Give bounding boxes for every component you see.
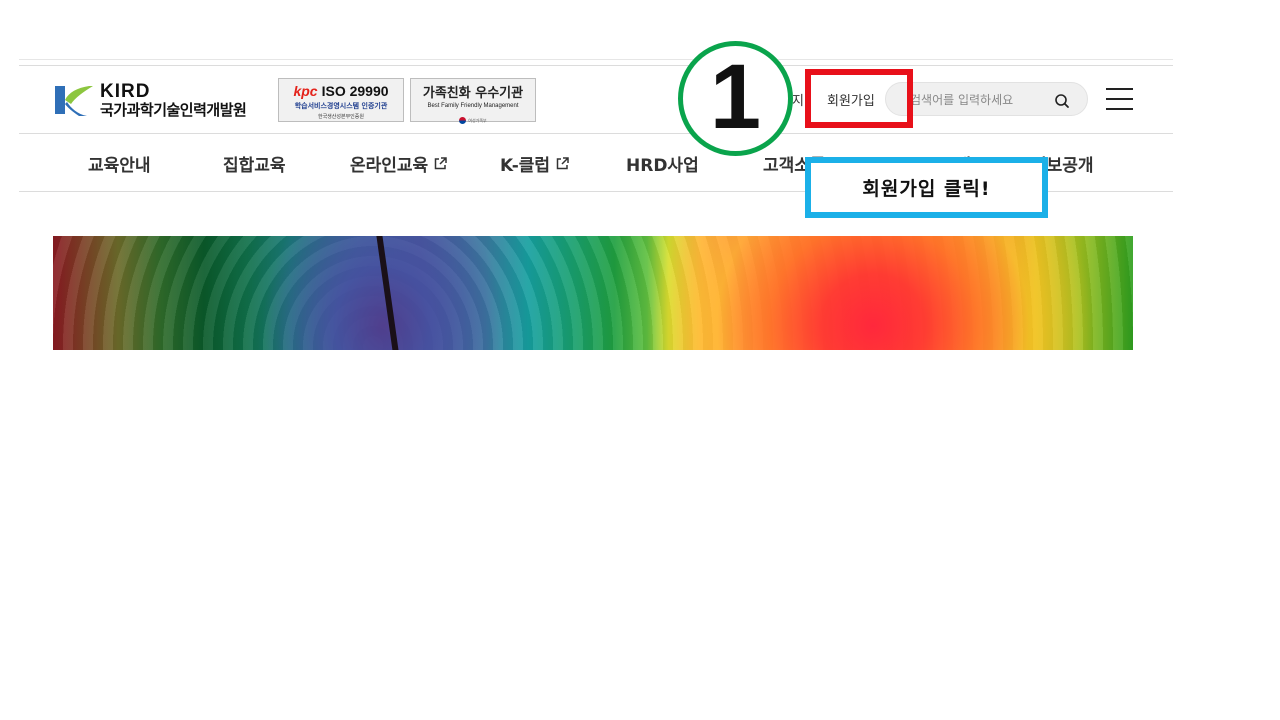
nav-label: HRD사업 xyxy=(626,156,699,176)
search-box xyxy=(885,82,1088,116)
nav-label: K-클럽 xyxy=(500,156,551,176)
nav-label: 교육안내 xyxy=(88,156,151,176)
hamburger-bar xyxy=(1106,98,1133,100)
header-divider xyxy=(19,133,1173,134)
logo-english: KIRD xyxy=(100,81,151,102)
family-subtitle: Best Family Friendly Management xyxy=(427,103,519,109)
banner-decoration xyxy=(375,236,401,350)
step-number-marker: 1 xyxy=(678,41,793,156)
hamburger-bar xyxy=(1106,88,1133,90)
iso-title: ISO 29990 xyxy=(321,83,389,99)
join-highlight-box xyxy=(805,69,913,128)
nav-item-group-education[interactable]: 집합교육 xyxy=(223,151,286,176)
top-divider xyxy=(19,59,1173,60)
family-friendly-badge[interactable]: 가족친화 우수기관 Best Family Friendly Managemen… xyxy=(410,78,536,124)
nav-label: 온라인교육 xyxy=(350,156,429,176)
kird-logo-icon xyxy=(55,86,93,116)
family-issuer-label: 여성가족부 xyxy=(468,117,487,123)
external-link-icon xyxy=(434,157,447,170)
family-title: 가족친화 우수기관 xyxy=(422,86,524,101)
nav-label: 집합교육 xyxy=(223,156,286,176)
util-link-notice[interactable]: 지 xyxy=(792,90,804,109)
instruction-text: 회원가입 클릭! xyxy=(862,178,991,200)
top-divider-2 xyxy=(19,65,1173,66)
nav-item-education-info[interactable]: 교육안내 xyxy=(88,151,151,176)
iso-subtitle: 학습서비스경영시스템 인증기관 xyxy=(294,102,388,110)
instruction-callout: 회원가입 클릭! xyxy=(805,157,1048,218)
kird-logo[interactable]: KIRD 국가과학기술인력개발원 xyxy=(53,81,247,119)
search-icon[interactable] xyxy=(1054,93,1070,109)
hamburger-menu-button[interactable] xyxy=(1106,87,1133,111)
taegeuk-icon xyxy=(459,117,467,124)
iso-issuer: 한국생산성본부인증원 xyxy=(317,114,364,120)
nav-item-online-education[interactable]: 온라인교육 xyxy=(350,151,447,176)
search-input[interactable] xyxy=(910,91,1050,109)
main-visual-banner[interactable] xyxy=(53,236,1133,350)
hamburger-bar xyxy=(1106,108,1133,110)
step-number: 1 xyxy=(709,45,762,148)
nav-item-hrd-business[interactable]: HRD사업 xyxy=(626,151,699,176)
family-issuer: 여성가족부 xyxy=(459,117,487,124)
iso-29990-badge[interactable]: kpc ISO 29990 학습서비스경영시스템 인증기관 한국생산성본부인증원 xyxy=(278,78,404,122)
logo-korean: 국가과학기술인력개발원 xyxy=(100,101,247,119)
external-link-icon xyxy=(556,157,569,170)
kpc-logo: kpc xyxy=(293,83,318,99)
nav-item-k-club[interactable]: K-클럽 xyxy=(500,151,569,176)
